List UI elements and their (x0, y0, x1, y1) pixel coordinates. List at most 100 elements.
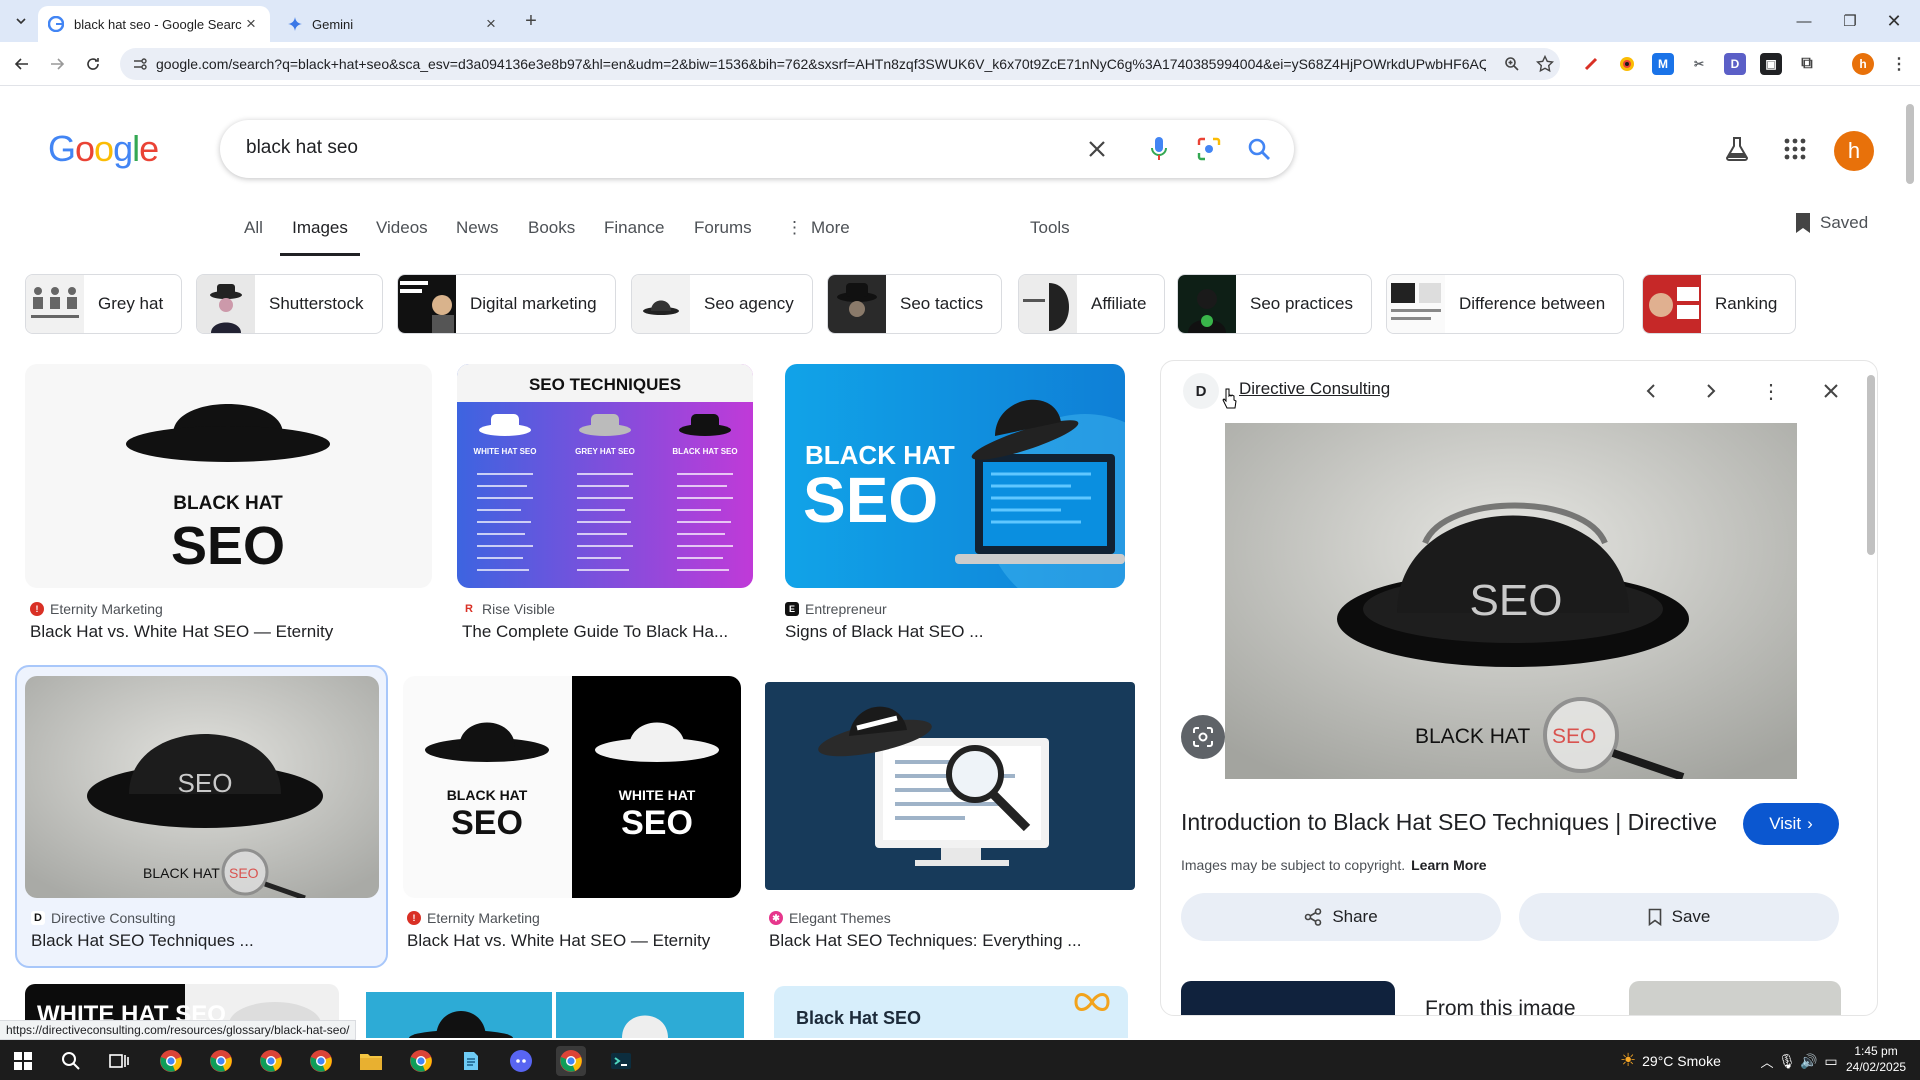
image-result-5[interactable]: BLACK HAT SEO WHITE HAT SEO ! Eternity Ma… (403, 676, 741, 960)
chip-affiliate[interactable]: Affiliate (1018, 274, 1166, 334)
notepad-icon[interactable] (456, 1046, 486, 1076)
page-scrollbar[interactable] (1906, 104, 1914, 184)
taskbar-clock[interactable]: 1:45 pm 24/02/2025 (1846, 1043, 1906, 1075)
new-tab-icon[interactable]: + (518, 8, 544, 34)
next-image-icon[interactable] (1695, 375, 1727, 407)
chip-seo-agency[interactable]: Seo agency (631, 274, 813, 334)
chip-difference-between[interactable]: Difference between (1386, 274, 1625, 334)
google-apps-icon[interactable] (1784, 138, 1806, 160)
result-title[interactable]: Black Hat vs. White Hat SEO — Eternity (30, 622, 430, 642)
save-button[interactable]: Save (1519, 893, 1839, 941)
profile-icon[interactable]: h (1852, 53, 1874, 75)
chip-ranking[interactable]: Ranking (1642, 274, 1797, 334)
mail-extension-icon[interactable]: M (1652, 53, 1674, 75)
tab-news[interactable]: News (456, 218, 499, 256)
result-title[interactable]: Black Hat SEO Techniques ... (31, 931, 377, 951)
tab-finance[interactable]: Finance (604, 218, 664, 256)
chrome-taskbar-icon[interactable] (256, 1046, 286, 1076)
weather-widget[interactable]: ☀ 29°C Smoke (1620, 1050, 1721, 1071)
chip-shutterstock[interactable]: Shutterstock (196, 274, 383, 334)
tools-button[interactable]: Tools (1030, 218, 1070, 256)
result-image[interactable]: BLACK HAT SEO WHITE HAT SEO (403, 676, 741, 898)
network-tray-icon[interactable]: ▭ (1816, 1046, 1846, 1076)
panel-image-title[interactable]: Introduction to Black Hat SEO Techniques… (1181, 809, 1717, 836)
result-image[interactable]: BLACK HAT SEO (25, 364, 432, 588)
forward-icon[interactable] (44, 51, 70, 77)
terminal-app-icon[interactable] (606, 1046, 636, 1076)
zoom-icon[interactable] (1504, 56, 1520, 72)
minimize-icon[interactable]: — (1790, 8, 1818, 34)
preview-image[interactable]: SEO BLACK HAT SEO (1225, 423, 1797, 779)
chip-digital-marketing[interactable]: Digital marketing (397, 274, 616, 334)
previous-image-icon[interactable] (1635, 375, 1667, 407)
image-result-9-partial[interactable]: Black Hat SEO (774, 986, 1128, 1038)
saved-button[interactable]: Saved (1794, 212, 1868, 234)
image-result-3[interactable]: BLACK HAT SEO E Entrepreneur Signs of Bla… (785, 364, 1125, 644)
browser-tab-gemini[interactable]: Gemini × (278, 6, 510, 42)
lens-search-image-icon[interactable] (1181, 715, 1225, 759)
share-button[interactable]: Share (1181, 893, 1501, 941)
result-image[interactable] (765, 682, 1135, 890)
chip-grey-hat[interactable]: Grey hat (25, 274, 183, 334)
tab-all[interactable]: All (244, 218, 263, 256)
address-bar[interactable]: google.com/search?q=black+hat+seo&sca_es… (120, 48, 1560, 80)
color-extension-icon[interactable] (1616, 53, 1638, 75)
clear-search-icon[interactable] (1082, 134, 1112, 164)
windows-start-icon[interactable] (8, 1046, 38, 1076)
tools-extension-icon[interactable]: ✂ (1688, 53, 1710, 75)
chip-seo-tactics[interactable]: Seo tactics (827, 274, 1003, 334)
taskbar-search-icon[interactable] (56, 1046, 86, 1076)
task-view-icon[interactable] (104, 1046, 134, 1076)
learn-more-link[interactable]: Learn More (1411, 857, 1486, 873)
labs-flask-icon[interactable] (1724, 136, 1750, 162)
reload-icon[interactable] (80, 51, 106, 77)
panel-scrollbar[interactable] (1867, 375, 1875, 555)
tab-images[interactable]: Images (280, 218, 360, 256)
chrome-taskbar-icon-active[interactable] (556, 1046, 586, 1076)
chrome-taskbar-icon[interactable] (206, 1046, 236, 1076)
result-title[interactable]: Black Hat SEO Techniques: Everything ... (769, 931, 1135, 951)
discord-icon[interactable] (506, 1046, 536, 1076)
site-info-icon[interactable] (132, 56, 148, 72)
result-title[interactable]: Black Hat vs. White Hat SEO — Eternity (407, 931, 741, 951)
result-image[interactable]: SEO BLACK HAT SEO (25, 676, 379, 898)
related-image-thumb[interactable] (1629, 981, 1841, 1015)
tab-videos[interactable]: Videos (376, 218, 428, 256)
pen-extension-icon[interactable] (1580, 53, 1602, 75)
back-icon[interactable] (9, 51, 35, 77)
image-result-1[interactable]: BLACK HAT SEO ! Eternity Marketing Black … (25, 364, 432, 644)
image-result-8-partial[interactable] (366, 992, 744, 1038)
image-result-6[interactable]: ✱ Elegant Themes Black Hat SEO Techniques… (765, 682, 1135, 960)
search-box[interactable]: black hat seo (220, 120, 1294, 178)
image-result-4-selected[interactable]: SEO BLACK HAT SEO D Directive Consulting … (25, 676, 379, 960)
browser-tab-google[interactable]: black hat seo - Google Search × (38, 6, 270, 42)
tab-more[interactable]: ⋮ More (786, 218, 850, 256)
lens-search-icon[interactable] (1194, 134, 1224, 164)
tab-search-chevron-icon[interactable] (8, 8, 34, 34)
restore-icon[interactable]: ❐ (1836, 8, 1864, 34)
chrome-taskbar-icon[interactable] (306, 1046, 336, 1076)
google-logo[interactable]: Google (48, 128, 159, 170)
file-explorer-icon[interactable] (356, 1046, 386, 1076)
browser-menu-icon[interactable]: ⋮ (1888, 53, 1910, 75)
close-tab-icon[interactable]: × (242, 14, 260, 34)
visit-button[interactable]: Visit › (1743, 803, 1839, 845)
chip-seo-practices[interactable]: Seo practices (1177, 274, 1372, 334)
d-extension-icon[interactable]: D (1724, 53, 1746, 75)
tab-books[interactable]: Books (528, 218, 575, 256)
voice-search-icon[interactable] (1144, 134, 1174, 164)
extensions-puzzle-icon[interactable]: ⧉ (1796, 53, 1818, 75)
image-result-2[interactable]: SEO TECHNIQUES WHITE HAT SEO GREY HAT SE… (457, 364, 753, 644)
result-image[interactable]: Black Hat SEO (774, 986, 1128, 1038)
related-image-thumb[interactable] (1181, 981, 1395, 1015)
account-avatar[interactable]: h (1834, 131, 1874, 171)
panel-source-link[interactable]: Directive Consulting (1239, 379, 1390, 399)
result-image[interactable] (366, 992, 744, 1038)
result-image[interactable]: SEO TECHNIQUES WHITE HAT SEO GREY HAT SE… (457, 364, 753, 588)
window-close-icon[interactable]: ✕ (1880, 8, 1908, 34)
tab-forums[interactable]: Forums (694, 218, 752, 256)
result-title[interactable]: The Complete Guide To Black Ha... (462, 622, 757, 642)
search-icon[interactable] (1244, 134, 1274, 164)
result-image[interactable]: BLACK HAT SEO (785, 364, 1125, 588)
result-title[interactable]: Signs of Black Hat SEO ... (785, 622, 1125, 642)
